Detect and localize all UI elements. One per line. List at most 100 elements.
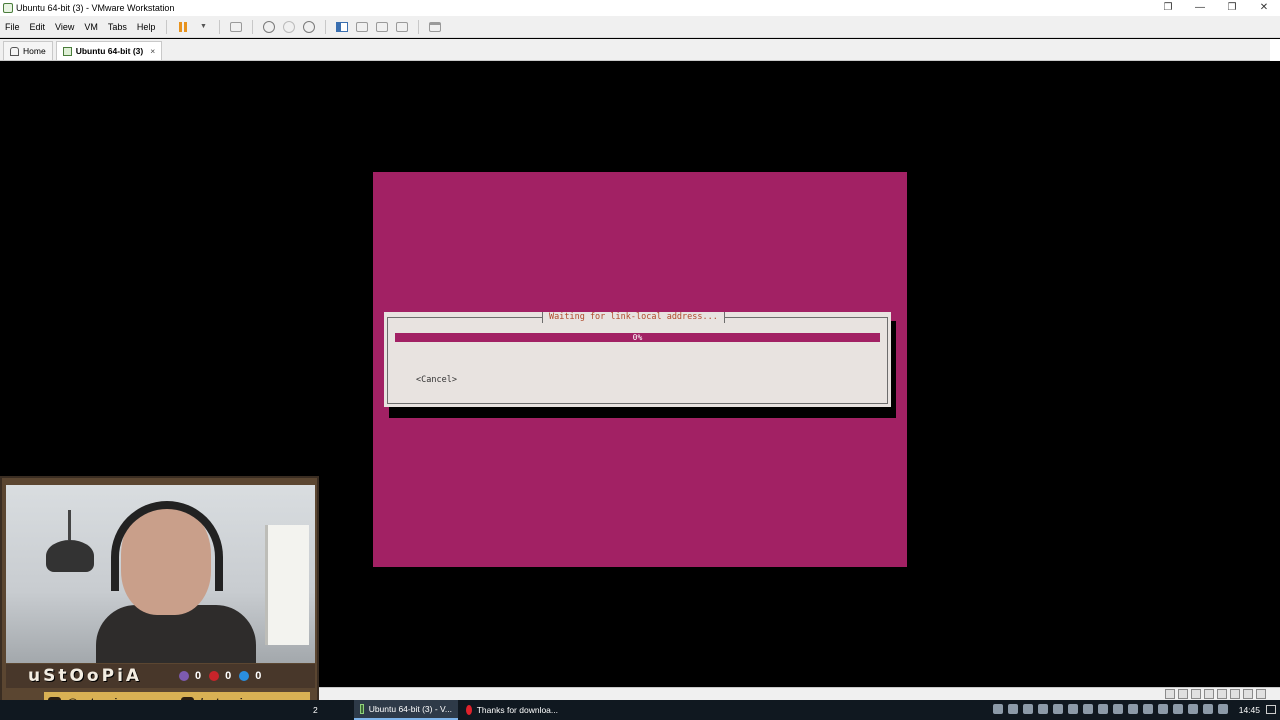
stream-brand-bar: uStOoPiA 0 0 0 bbox=[6, 664, 315, 688]
tray-icon[interactable] bbox=[993, 704, 1003, 714]
tray-icon[interactable] bbox=[1053, 704, 1063, 714]
cancel-button[interactable]: <Cancel> bbox=[416, 375, 457, 385]
unity-icon[interactable] bbox=[395, 20, 409, 34]
hdd-icon[interactable] bbox=[1165, 689, 1175, 699]
tab-close-icon[interactable]: × bbox=[150, 46, 155, 56]
x-icon bbox=[239, 671, 250, 681]
volume-icon[interactable] bbox=[1218, 704, 1228, 714]
tray-icon[interactable] bbox=[1083, 704, 1093, 714]
tray-icon[interactable] bbox=[1068, 704, 1078, 714]
progress-bar: 0% bbox=[395, 333, 880, 342]
taskbar-vmware-label: Ubuntu 64-bit (3) - V... bbox=[368, 704, 452, 714]
tray-icon[interactable] bbox=[1098, 704, 1108, 714]
menu-vm[interactable]: VM bbox=[79, 22, 103, 32]
printer-icon[interactable] bbox=[1230, 689, 1240, 699]
counter-viewers-value: 0 bbox=[195, 670, 202, 682]
webcam-feed bbox=[6, 485, 315, 663]
tray-icon[interactable] bbox=[1008, 704, 1018, 714]
pause-icon[interactable] bbox=[176, 20, 190, 34]
toolbar-separator bbox=[166, 19, 168, 34]
counter-x: 0 bbox=[239, 670, 261, 682]
cam-window bbox=[265, 525, 309, 645]
tab-ubuntu-label: Ubuntu 64-bit (3) bbox=[75, 46, 144, 56]
tray-icon[interactable] bbox=[1113, 704, 1123, 714]
headset-icon bbox=[111, 501, 223, 591]
system-tray bbox=[993, 704, 1228, 714]
snapshot-icon[interactable] bbox=[262, 20, 276, 34]
tray-icon[interactable] bbox=[1038, 704, 1048, 714]
cam-lamp bbox=[46, 510, 94, 572]
counter-hearts: 0 bbox=[209, 670, 231, 682]
vm-icon bbox=[62, 46, 72, 56]
counter-x-value: 0 bbox=[255, 670, 262, 682]
toolbar-separator bbox=[219, 19, 221, 34]
tray-icon[interactable] bbox=[1158, 704, 1168, 714]
toolbar-separator bbox=[252, 19, 254, 34]
send-ctrl-alt-del-icon[interactable] bbox=[229, 20, 243, 34]
tray-icon[interactable] bbox=[1143, 704, 1153, 714]
taskbar-vmware[interactable]: Ubuntu 64-bit (3) - V... bbox=[354, 700, 458, 720]
restore-icon[interactable]: ❐ bbox=[1152, 0, 1184, 16]
tab-scroll-area bbox=[1270, 39, 1280, 61]
tab-home[interactable]: Home bbox=[3, 41, 53, 60]
display-icon[interactable] bbox=[1243, 689, 1253, 699]
viewers-icon bbox=[179, 671, 189, 681]
window-controls: ❐ — ❐ ✕ bbox=[1152, 0, 1280, 16]
tray-icon[interactable] bbox=[1188, 704, 1198, 714]
menu-edit[interactable]: Edit bbox=[25, 22, 51, 32]
menu-tabs[interactable]: Tabs bbox=[103, 22, 132, 32]
vmware-app-icon bbox=[3, 3, 13, 13]
power-dropdown-icon[interactable]: ▼ bbox=[196, 20, 210, 34]
progress-label: 0% bbox=[632, 333, 643, 342]
taskbar-opera[interactable]: Thanks for downloa... bbox=[460, 700, 564, 720]
menu-toolbar: File Edit View VM Tabs Help ▼ bbox=[0, 16, 1280, 38]
tab-home-label: Home bbox=[23, 46, 46, 56]
notification-icon[interactable] bbox=[1266, 705, 1276, 714]
network-dialog: Waiting for link-local address... 0% <Ca… bbox=[384, 312, 891, 407]
tray-icon[interactable] bbox=[1023, 704, 1033, 714]
stream-brand: uStOoPiA bbox=[28, 666, 143, 686]
home-icon bbox=[10, 46, 19, 56]
window-title: Ubuntu 64-bit (3) - VMware Workstation bbox=[16, 3, 175, 13]
tray-icon[interactable] bbox=[1203, 704, 1213, 714]
library-view-icon[interactable] bbox=[335, 20, 349, 34]
desktop: Ubuntu 64-bit (3) - VMware Workstation ❐… bbox=[0, 0, 1280, 720]
usb-icon[interactable] bbox=[1204, 689, 1214, 699]
webcam-overlay: uStOoPiA 0 0 0 @ustoopia /ustoopia bbox=[0, 476, 319, 720]
vmware-icon bbox=[360, 704, 364, 714]
sound-icon[interactable] bbox=[1217, 689, 1227, 699]
windows-taskbar: 2 Ubuntu 64-bit (3) - V... Thanks for do… bbox=[0, 700, 1280, 720]
device-status-icons bbox=[1165, 689, 1266, 699]
close-button[interactable]: ✕ bbox=[1248, 0, 1280, 16]
network-icon[interactable] bbox=[1191, 689, 1201, 699]
dialog-frame bbox=[387, 317, 888, 404]
heart-icon bbox=[209, 671, 220, 681]
maximize-button[interactable]: ❐ bbox=[1216, 0, 1248, 16]
taskbar-clock[interactable]: 14:45 bbox=[1239, 700, 1260, 720]
tray-icon[interactable] bbox=[1128, 704, 1138, 714]
taskbar-partial-item[interactable]: 2 bbox=[313, 700, 318, 720]
message-icon[interactable] bbox=[1256, 689, 1266, 699]
taskbar-opera-label: Thanks for downloa... bbox=[476, 705, 558, 715]
toolbar-separator bbox=[418, 19, 420, 34]
thumbnail-bar-icon[interactable] bbox=[355, 20, 369, 34]
snapshot-manager-icon[interactable] bbox=[302, 20, 316, 34]
revert-snapshot-icon[interactable] bbox=[282, 20, 296, 34]
console-view-icon[interactable] bbox=[428, 20, 442, 34]
tab-ubuntu[interactable]: Ubuntu 64-bit (3) × bbox=[55, 41, 163, 60]
tab-bar: Home Ubuntu 64-bit (3) × bbox=[0, 39, 1280, 61]
minimize-button[interactable]: — bbox=[1184, 0, 1216, 16]
counter-hearts-value: 0 bbox=[225, 670, 232, 682]
menu-help[interactable]: Help bbox=[132, 22, 161, 32]
menu-file[interactable]: File bbox=[0, 22, 25, 32]
cdrom-icon[interactable] bbox=[1178, 689, 1188, 699]
fullscreen-icon[interactable] bbox=[375, 20, 389, 34]
dialog-title: Waiting for link-local address... bbox=[542, 312, 725, 323]
menu-view[interactable]: View bbox=[50, 22, 79, 32]
vm-status-strip bbox=[319, 687, 1280, 700]
counter-viewers: 0 bbox=[179, 670, 201, 682]
tray-icon[interactable] bbox=[1173, 704, 1183, 714]
opera-icon bbox=[466, 705, 472, 715]
streamer bbox=[96, 501, 256, 663]
window-titlebar: Ubuntu 64-bit (3) - VMware Workstation ❐… bbox=[0, 0, 1280, 16]
